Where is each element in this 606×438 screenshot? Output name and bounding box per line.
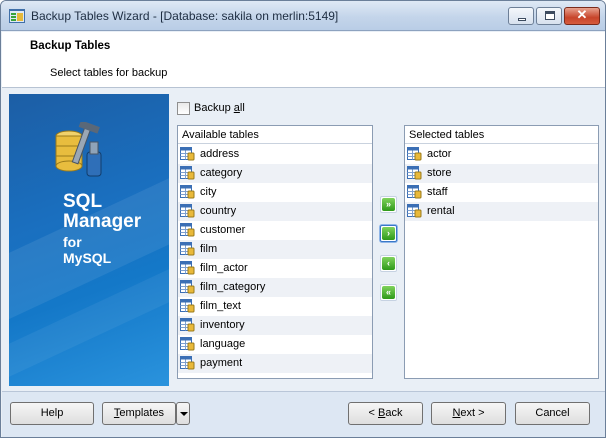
list-item[interactable]: film_category [178, 278, 372, 297]
banner-line-4: MySQL [63, 250, 112, 266]
table-name: film [200, 243, 218, 255]
cancel-button[interactable]: Cancel [515, 402, 590, 425]
list-item[interactable]: rental [405, 202, 598, 221]
list-item[interactable]: inventory [178, 316, 372, 335]
table-icon [180, 280, 195, 294]
list-item[interactable]: language [178, 335, 372, 354]
product-banner: SQL Manager for MySQL [9, 94, 169, 386]
table-icon [407, 204, 422, 218]
table-name: film_category [200, 281, 266, 293]
table-name: language [200, 338, 246, 350]
title-bar[interactable]: Backup Tables Wizard - [Database: sakila… [1, 1, 605, 31]
table-name: actor [427, 148, 452, 160]
list-item[interactable]: film [178, 240, 372, 259]
table-icon [180, 242, 195, 256]
table-name: city [200, 186, 217, 198]
table-name: country [200, 205, 237, 217]
table-name: film_actor [200, 262, 248, 274]
back-button[interactable]: < Back [348, 402, 423, 425]
table-icon [180, 318, 195, 332]
table-name: customer [200, 224, 246, 236]
list-item[interactable]: city [178, 183, 372, 202]
step-title: Backup Tables [30, 40, 111, 52]
table-icon [407, 185, 422, 199]
wizard-footer: Help Templates < Back Next > Cancel [2, 391, 605, 437]
remove-button[interactable]: ‹ [380, 255, 397, 272]
database-wizard-icon [9, 9, 25, 23]
minimize-icon [518, 18, 526, 21]
table-name: staff [427, 186, 448, 198]
list-item[interactable]: film_text [178, 297, 372, 316]
backup-wizard-window: Backup Tables Wizard - [Database: sakila… [0, 0, 606, 438]
list-item[interactable]: film_actor [178, 259, 372, 278]
table-name: film_text [200, 300, 241, 312]
database-toolkit-icon [55, 122, 102, 177]
table-icon [180, 204, 195, 218]
list-item[interactable]: payment [178, 354, 372, 373]
table-name: category [200, 167, 243, 179]
banner-line-1: SQL [63, 191, 103, 212]
table-name: store [427, 167, 452, 179]
banner-line-2: Manager [63, 211, 142, 232]
templates-button[interactable]: Templates [102, 402, 176, 425]
right-arrow-icon: › [382, 227, 395, 240]
table-icon [180, 337, 195, 351]
table-icon [180, 166, 195, 180]
left-arrow-icon: ‹ [382, 257, 395, 270]
list-item[interactable]: country [178, 202, 372, 221]
next-button[interactable]: Next > [431, 402, 506, 425]
chevron-down-icon [180, 412, 188, 416]
window-title: Backup Tables Wizard - [Database: sakila… [31, 9, 339, 23]
table-name: rental [427, 205, 455, 217]
double-left-arrow-icon: « [382, 286, 395, 299]
maximize-icon [545, 11, 555, 20]
available-tables-header: Available tables [178, 126, 372, 144]
table-name: address [200, 148, 240, 160]
selected-tables-header: Selected tables [405, 126, 598, 144]
table-name: payment [200, 357, 243, 369]
table-icon [180, 356, 195, 370]
close-icon: ✕ [576, 7, 588, 22]
table-icon [180, 147, 195, 161]
table-icon [407, 166, 422, 180]
list-item[interactable]: category [178, 164, 372, 183]
table-icon [407, 147, 422, 161]
add-button[interactable]: › [380, 225, 397, 242]
help-button[interactable]: Help [10, 402, 94, 425]
wizard-header: Backup Tables Select tables for backup [2, 32, 605, 88]
list-item[interactable]: store [405, 164, 598, 183]
banner-product-name: SQL Manager for MySQL [63, 191, 142, 267]
add-all-button[interactable]: » [380, 196, 397, 213]
available-tables-list[interactable]: Available tables address category city coun… [177, 125, 373, 379]
table-icon [180, 223, 195, 237]
double-right-arrow-icon: » [382, 198, 395, 211]
maximize-button[interactable] [536, 7, 562, 25]
table-name: inventory [200, 319, 245, 331]
table-icon [180, 299, 195, 313]
minimize-button[interactable] [508, 7, 534, 25]
step-subtitle: Select tables for backup [50, 67, 168, 79]
list-item[interactable]: customer [178, 221, 372, 240]
selected-tables-list[interactable]: Selected tables actor store staff rental [404, 125, 599, 379]
backup-all-label[interactable]: Backup all [194, 102, 245, 114]
list-item[interactable]: address [178, 145, 372, 164]
list-item[interactable]: actor [405, 145, 598, 164]
banner-line-3: for [63, 234, 82, 250]
list-item[interactable]: staff [405, 183, 598, 202]
table-icon [180, 261, 195, 275]
templates-dropdown-button[interactable] [176, 402, 190, 425]
table-icon [180, 185, 195, 199]
remove-all-button[interactable]: « [380, 284, 397, 301]
close-button[interactable]: ✕ [564, 7, 600, 25]
backup-all-checkbox[interactable] [177, 102, 190, 115]
